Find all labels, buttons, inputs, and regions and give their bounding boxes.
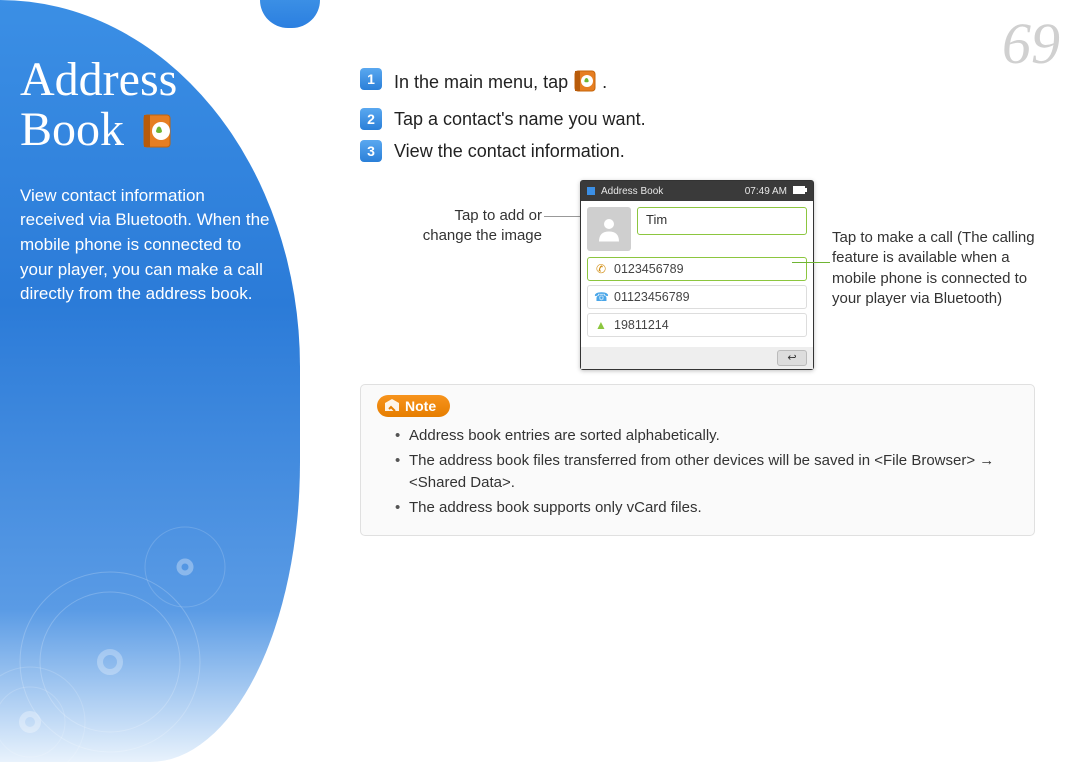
contact-row-phone: ☎ 01123456789: [587, 285, 807, 309]
top-tab-decoration: [260, 0, 320, 28]
step-2-text: Tap a contact's name you want.: [394, 108, 646, 130]
step-badge-3: 3: [360, 140, 382, 162]
title-line-1: Address: [20, 53, 177, 106]
address-book-app-icon: [573, 69, 597, 98]
device-body: Tim ✆ 0123456789 ☎ 01123456789 ▲ 19811214: [581, 201, 813, 347]
title-line-2: Book: [20, 103, 124, 156]
callout-make-call: Tap to make a call (The calling feature …: [832, 228, 1052, 309]
note-badge: Note: [377, 395, 450, 417]
address-book-icon: [138, 111, 178, 161]
mobile-icon: ✆: [594, 262, 608, 276]
step-2: 2 Tap a contact's name you want.: [360, 108, 1060, 130]
sidebar-description: View contact information received via Bl…: [20, 184, 270, 307]
contact-row-mobile[interactable]: ✆ 0123456789: [587, 257, 807, 281]
step-1-text: In the main menu, tap .: [394, 68, 607, 98]
step-1-pre: In the main menu, tap: [394, 72, 573, 92]
note-item: The address book supports only vCard fil…: [395, 497, 1018, 520]
status-indicator-icon: [587, 187, 595, 195]
note-item: Address book entries are sorted alphabet…: [395, 425, 1018, 448]
device-status-bar: Address Book 07:49 AM: [581, 181, 813, 201]
note-icon: [383, 397, 401, 415]
step-1-post: .: [602, 72, 607, 92]
device-screenshot: Address Book 07:49 AM Tim ✆ 0123456789 ☎ 01…: [580, 180, 814, 370]
note-list: Address book entries are sorted alphabet…: [377, 425, 1018, 519]
avatar[interactable]: [587, 207, 631, 251]
device-time: 07:49 AM: [745, 186, 787, 197]
phone-icon: ☎: [594, 290, 608, 304]
contact-row-value: 0123456789: [614, 262, 684, 276]
page-title: Address Book: [20, 55, 270, 162]
note-box: Note Address book entries are sorted alp…: [360, 384, 1035, 536]
page-number: 69: [1002, 10, 1060, 77]
screenshot-area: Tap to add or change the image Address B…: [372, 180, 1060, 360]
step-3-text: View the contact information.: [394, 140, 625, 162]
step-1: 1 In the main menu, tap .: [360, 68, 1060, 98]
callout-line-right: [792, 262, 830, 263]
birthday-icon: ▲: [594, 318, 608, 332]
step-badge-1: 1: [360, 68, 382, 90]
contact-name-field[interactable]: Tim: [637, 207, 807, 235]
decorative-circles: [0, 512, 250, 762]
note-label: Note: [405, 398, 436, 414]
note-item: The address book files transferred from …: [395, 450, 1018, 495]
back-button[interactable]: ↩: [777, 350, 807, 366]
callout-change-image: Tap to add or change the image: [402, 206, 542, 247]
main-content: 1 In the main menu, tap . 2 Tap a contac…: [360, 68, 1060, 536]
battery-icon: [793, 186, 807, 197]
device-footer: ↩: [581, 347, 813, 369]
step-badge-2: 2: [360, 108, 382, 130]
device-screen-title: Address Book: [601, 186, 745, 197]
contact-row-value: 19811214: [614, 318, 669, 332]
step-3: 3 View the contact information.: [360, 140, 1060, 162]
callout-line-left: [544, 216, 580, 217]
person-icon: [594, 214, 624, 244]
contact-row-value: 01123456789: [614, 290, 690, 304]
contact-row-birthday: ▲ 19811214: [587, 313, 807, 337]
sidebar: Address Book View contact information re…: [0, 0, 300, 762]
